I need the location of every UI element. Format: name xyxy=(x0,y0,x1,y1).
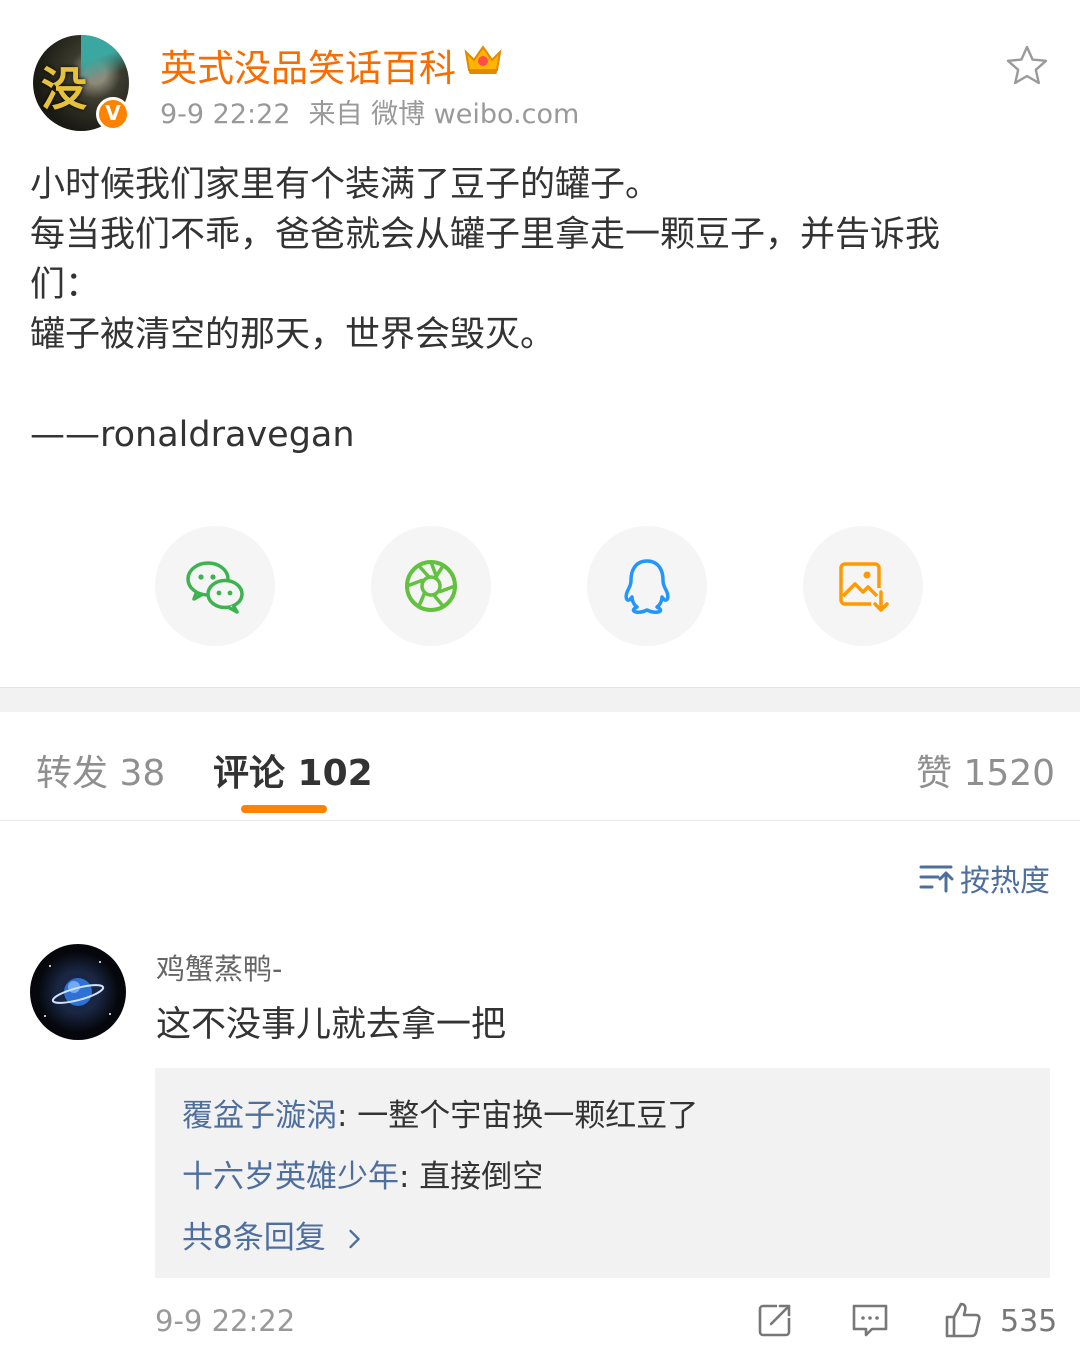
like-count: 535 xyxy=(1000,1304,1058,1339)
comment-icon[interactable] xyxy=(850,1300,890,1340)
post-line: ——ronaldravegan xyxy=(30,415,355,455)
more-replies-label: 共8条回复 xyxy=(182,1220,326,1256)
chevron-right-icon xyxy=(348,1229,360,1249)
post-line xyxy=(30,360,1040,410)
sort-by-hot-button[interactable]: 按热度 xyxy=(918,856,1050,900)
sort-label: 按热度 xyxy=(960,864,1050,899)
post-body: 小时候我们家里有个装满了豆子的罐子。 每当我们不乖，爸爸就会从罐子里拿走一颗豆子… xyxy=(30,160,1040,460)
active-tab-indicator xyxy=(241,805,327,813)
author-name[interactable]: 英式没品笑话百科 xyxy=(160,38,456,92)
post-time: 9-9 22:22 xyxy=(160,99,291,130)
post-source: 来自 微博 weibo.com xyxy=(308,99,580,130)
post-meta: 9-9 22:22 来自 微博 weibo.com xyxy=(160,92,579,131)
tab-likes[interactable]: 赞 1520 xyxy=(916,744,1055,796)
reply-item[interactable]: 十六岁英雄少年: 直接倒空 xyxy=(182,1151,543,1196)
tabs-border xyxy=(0,820,1080,821)
reply-user[interactable]: 覆盆子漩涡 xyxy=(182,1098,337,1134)
commenter-name[interactable]: 鸡蟹蒸鸭- xyxy=(156,946,282,988)
qq-icon xyxy=(624,559,670,614)
post-line: 罐子被清空的那天，世界会毁灭。 xyxy=(30,315,556,355)
comment-text: 这不没事儿就去拿一把 xyxy=(156,1005,507,1045)
reply-user[interactable]: 十六岁英雄少年 xyxy=(182,1159,399,1195)
sort-icon xyxy=(919,865,954,893)
share-wechat-button[interactable] xyxy=(155,526,275,646)
tab-comments[interactable]: 评论 102 xyxy=(213,744,373,796)
crown-icon[interactable] xyxy=(463,42,503,76)
reply-item[interactable]: 覆盆子漩涡: 一整个宇宙换一颗红豆了 xyxy=(182,1090,698,1135)
wechat-icon xyxy=(186,561,244,614)
tab-repost[interactable]: 转发 38 xyxy=(36,744,165,796)
replies-box[interactable]: 覆盆子漩涡: 一整个宇宙换一颗红豆了 十六岁英雄少年: 直接倒空 共8条回复 xyxy=(155,1068,1050,1278)
moments-icon xyxy=(405,560,457,612)
commenter-avatar[interactable] xyxy=(30,944,126,1040)
thumbs-up-icon[interactable] xyxy=(943,1300,983,1340)
reply-text: : 直接倒空 xyxy=(399,1159,544,1195)
post-line: 每当我们不乖，爸爸就会从罐子里拿走一颗豆子，并告诉我 xyxy=(30,215,941,255)
post-line: 们： xyxy=(30,265,101,305)
reply-text: : 一整个宇宙换一颗红豆了 xyxy=(337,1098,699,1134)
save-image-icon xyxy=(839,562,889,612)
favorite-star-icon[interactable] xyxy=(1005,44,1049,88)
more-replies-link[interactable]: 共8条回复 xyxy=(182,1212,364,1257)
section-divider xyxy=(0,687,1080,712)
post-line: 小时候我们家里有个装满了豆子的罐子。 xyxy=(30,165,661,205)
share-moments-button[interactable] xyxy=(371,526,491,646)
repost-icon[interactable] xyxy=(755,1300,795,1340)
avatar-glyph: 没 xyxy=(41,62,87,116)
share-qq-button[interactable] xyxy=(587,526,707,646)
comment-time: 9-9 22:22 xyxy=(155,1304,296,1338)
planet-icon xyxy=(44,961,111,1017)
verified-badge-icon: V xyxy=(96,97,130,131)
save-image-button[interactable] xyxy=(803,526,923,646)
